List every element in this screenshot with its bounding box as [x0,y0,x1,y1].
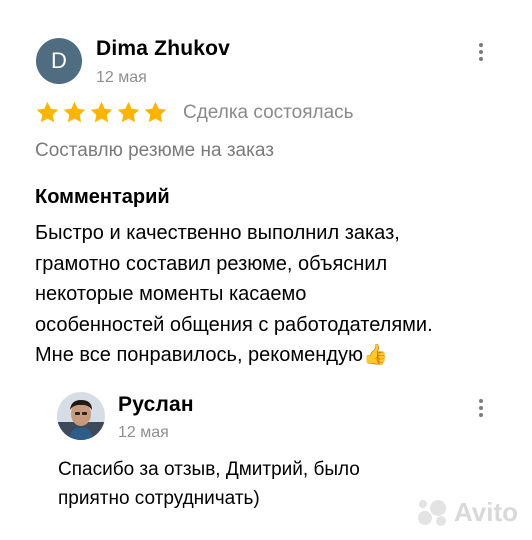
reply-date: 12 мая [118,424,169,441]
comment-heading: Комментарий [35,186,170,208]
avito-logo-icon [417,499,446,526]
reply-author-avatar[interactable] [57,392,105,440]
star-icon [63,101,86,123]
star-icon [144,101,167,123]
avito-watermark: Avito [416,497,518,528]
comment-line: особенностей общения с работодателями. [35,313,433,336]
star-icon [117,101,140,123]
comment-line: грамотно составил резюме, объяснил [35,252,388,275]
comment-line: некоторые моменты касаемо [35,283,307,305]
rating-stars [35,100,168,125]
comment-line: Быстро и качественно выполнил заказ, [35,222,400,244]
avatar-letter: D [51,48,67,73]
author-name[interactable]: Dima Zhukov [96,37,230,61]
star-icon [36,101,59,123]
service-title[interactable]: Составлю резюме на заказ [35,140,274,162]
watermark-text: Avito [453,497,518,527]
reply-author-name[interactable]: Руслан [118,393,194,417]
comment-body: Быстро и качественно выполнил заказ, гра… [35,218,505,371]
reply-line: Спасибо за отзыв, Дмитрий, было [58,459,360,480]
reply-more-options-icon[interactable] [478,399,484,417]
comment-line: Мне все понравилось, рекомендую👍 [35,344,388,366]
deal-status: Сделка состоялась [183,102,354,123]
star-icon [90,101,113,123]
author-avatar[interactable]: D [36,38,82,84]
review-more-options-icon[interactable] [478,43,484,61]
review-date: 12 мая [96,69,147,86]
